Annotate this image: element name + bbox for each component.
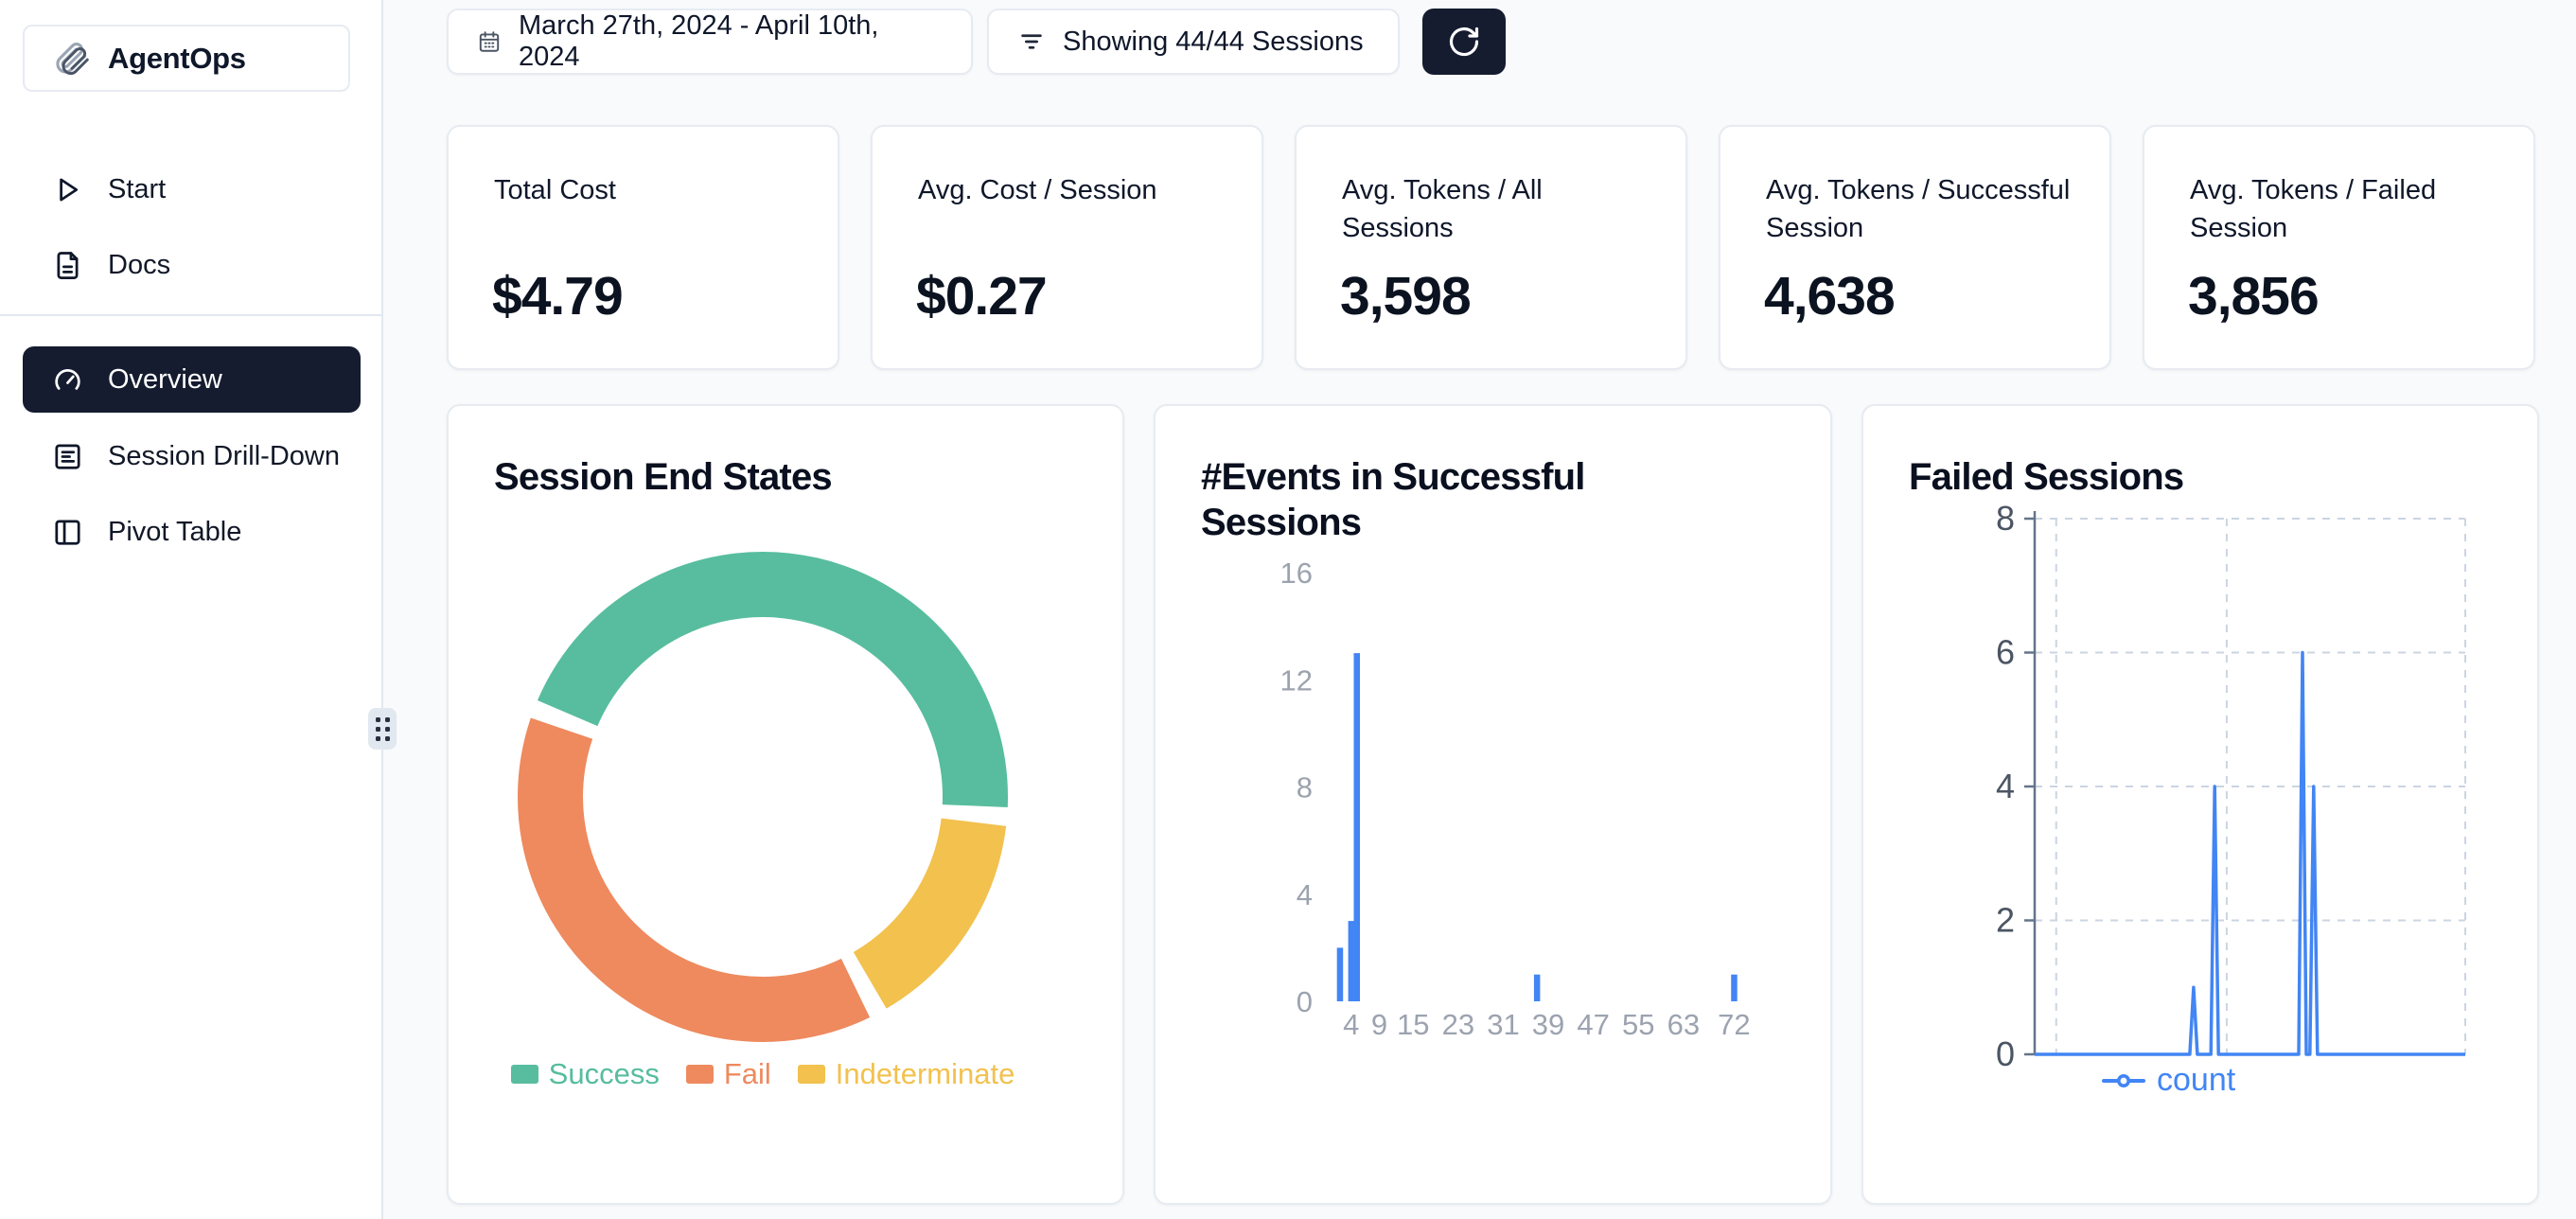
svg-text:8: 8 — [1996, 499, 2015, 538]
svg-text:12: 12 — [1280, 663, 1313, 697]
svg-text:31: 31 — [1487, 1008, 1519, 1041]
stat-card-avg-tokens-successful: Avg. Tokens / Successful Session 4,638 — [1719, 125, 2111, 370]
stat-label: Avg. Tokens / All Sessions — [1342, 171, 1661, 247]
legend-item-fail[interactable]: Fail — [686, 1057, 771, 1091]
svg-text:4: 4 — [1343, 1008, 1359, 1041]
svg-text:2: 2 — [1996, 901, 2015, 940]
sidebar-item-label: Session Drill-Down — [108, 441, 340, 472]
svg-text:16: 16 — [1280, 556, 1313, 590]
legend-item-indeterminate[interactable]: Indeterminate — [798, 1057, 1015, 1091]
svg-text:47: 47 — [1577, 1008, 1609, 1041]
gauge-icon — [52, 364, 83, 396]
legend-label: Fail — [724, 1057, 771, 1091]
stat-card-avg-tokens-failed: Avg. Tokens / Failed Session 3,856 — [2143, 125, 2535, 370]
svg-text:55: 55 — [1622, 1008, 1654, 1041]
failed-sessions-card: Failed Sessions 02468 count — [1861, 404, 2539, 1205]
stat-label: Avg. Tokens / Successful Session — [1766, 171, 2085, 247]
date-range-button[interactable]: March 27th, 2024 - April 10th, 2024 — [447, 9, 973, 75]
events-histogram[interactable]: 0481216491523313947556372 — [1156, 406, 1834, 1207]
count-line-marker-icon — [2102, 1073, 2145, 1088]
sidebar: AgentOps Start Docs — [0, 0, 383, 1219]
date-range-label: March 27th, 2024 - April 10th, 2024 — [519, 10, 943, 73]
svg-text:4: 4 — [1297, 878, 1313, 911]
count-legend-label: count — [2157, 1062, 2235, 1099]
svg-text:9: 9 — [1371, 1008, 1387, 1041]
calendar-icon — [477, 29, 502, 54]
svg-text:23: 23 — [1442, 1008, 1474, 1041]
svg-text:39: 39 — [1532, 1008, 1564, 1041]
sidebar-item-label: Overview — [108, 364, 222, 396]
count-legend[interactable]: count — [2102, 1062, 2235, 1099]
agentops-dashboard: AgentOps Start Docs — [0, 0, 2576, 1219]
refresh-button[interactable] — [1422, 9, 1506, 75]
stat-label: Total Cost — [494, 171, 813, 209]
sidebar-divider — [0, 314, 383, 316]
sidebar-item-label: Docs — [108, 250, 170, 281]
svg-text:72: 72 — [1718, 1008, 1750, 1041]
svg-text:0: 0 — [1996, 1034, 2015, 1073]
sidebar-nav: Start Docs — [0, 163, 383, 581]
svg-text:4: 4 — [1996, 767, 2015, 805]
stats-row: Total Cost $4.79 Avg. Cost / Session $0.… — [447, 125, 2535, 370]
sidebar-item-pivot-table[interactable]: Pivot Table — [23, 505, 361, 558]
sidebar-resize-handle[interactable] — [368, 708, 397, 750]
session-end-states-card: Session End States Success Fail Indeterm… — [447, 404, 1124, 1205]
sessions-filter-button[interactable]: Showing 44/44 Sessions — [987, 9, 1400, 75]
sidebar-item-session-drilldown[interactable]: Session Drill-Down — [23, 430, 361, 483]
charts-row: Session End States Success Fail Indeterm… — [447, 404, 2539, 1205]
sidebar-item-label: Pivot Table — [108, 517, 241, 548]
stat-card-total-cost: Total Cost $4.79 — [447, 125, 839, 370]
session-drilldown-icon — [52, 441, 83, 472]
stat-value: 3,598 — [1340, 265, 1471, 327]
success-swatch — [511, 1065, 538, 1084]
sidebar-item-label: Start — [108, 174, 166, 205]
paperclip-logo-icon — [51, 38, 93, 80]
events-in-successful-sessions-card: #Events in Successful Sessions 048121649… — [1154, 404, 1832, 1205]
sidebar-item-overview[interactable]: Overview — [23, 346, 361, 413]
legend-label: Success — [549, 1057, 660, 1091]
legend-item-success[interactable]: Success — [511, 1057, 660, 1091]
stat-value: 4,638 — [1764, 265, 1895, 327]
filter-icon — [1017, 27, 1046, 56]
indeterminate-swatch — [798, 1065, 825, 1084]
legend-label: Indeterminate — [836, 1057, 1015, 1091]
app-name: AgentOps — [108, 42, 246, 76]
svg-text:6: 6 — [1996, 633, 2015, 672]
stat-label: Avg. Cost / Session — [918, 171, 1237, 209]
svg-text:63: 63 — [1667, 1008, 1700, 1041]
svg-text:0: 0 — [1297, 985, 1313, 1018]
play-icon — [52, 174, 83, 205]
stat-value: $0.27 — [916, 265, 1047, 327]
app-logo[interactable]: AgentOps — [23, 25, 350, 92]
donut-legend: Success Fail Indeterminate — [449, 1057, 1077, 1091]
toolbar: March 27th, 2024 - April 10th, 2024 Show… — [447, 9, 1506, 75]
sessions-filter-label: Showing 44/44 Sessions — [1063, 26, 1364, 58]
stat-label: Avg. Tokens / Failed Session — [2190, 171, 2509, 247]
stat-card-avg-cost-session: Avg. Cost / Session $0.27 — [871, 125, 1263, 370]
stat-card-avg-tokens-all: Avg. Tokens / All Sessions 3,598 — [1295, 125, 1687, 370]
svg-text:15: 15 — [1397, 1008, 1429, 1041]
sidebar-item-docs[interactable]: Docs — [23, 238, 361, 292]
stat-value: 3,856 — [2188, 265, 2319, 327]
fail-swatch — [686, 1065, 714, 1084]
svg-text:8: 8 — [1297, 771, 1313, 804]
pivot-table-icon — [52, 517, 83, 548]
sidebar-item-start[interactable]: Start — [23, 163, 361, 216]
refresh-icon — [1447, 25, 1481, 59]
stat-value: $4.79 — [492, 265, 623, 327]
docs-icon — [52, 250, 83, 281]
